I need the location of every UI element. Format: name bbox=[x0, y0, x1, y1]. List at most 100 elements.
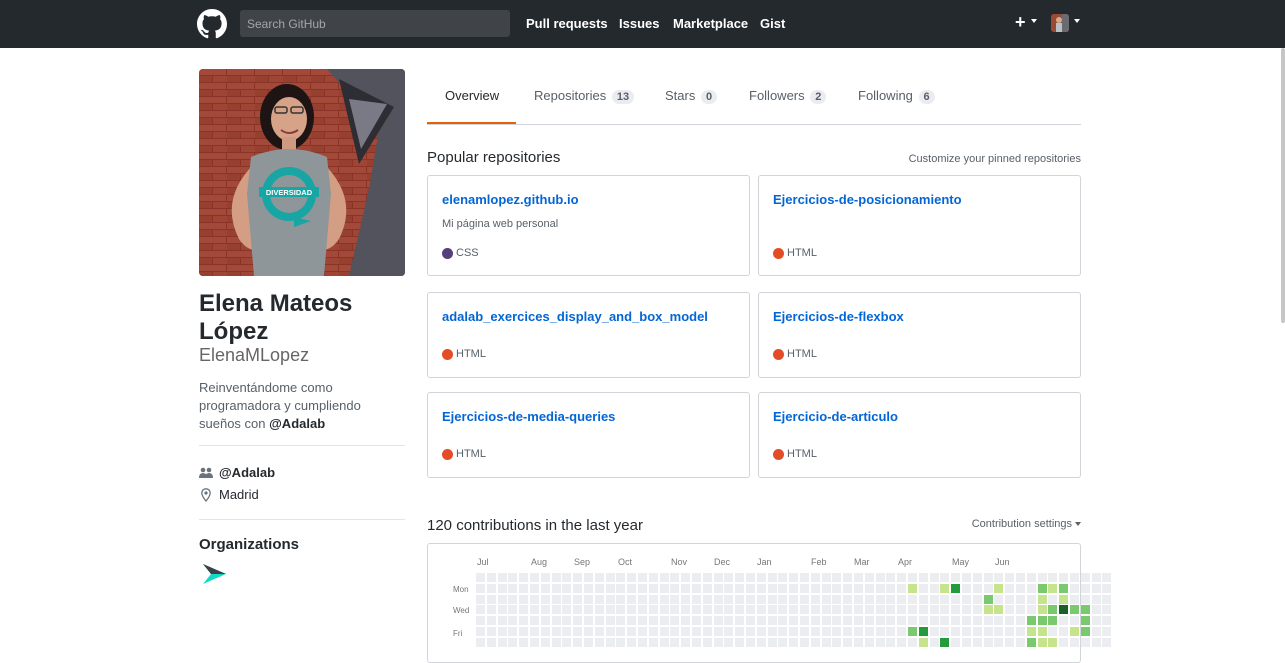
contribution-day-cell[interactable] bbox=[810, 605, 820, 615]
contribution-day-cell[interactable] bbox=[983, 583, 993, 593]
contribution-day-cell[interactable] bbox=[519, 637, 529, 647]
contribution-day-cell[interactable] bbox=[854, 573, 863, 582]
contribution-day-cell[interactable] bbox=[476, 594, 485, 604]
contribution-day-cell[interactable] bbox=[778, 583, 788, 593]
contribution-day-cell[interactable] bbox=[897, 605, 907, 615]
contribution-day-cell[interactable] bbox=[648, 637, 658, 647]
chevron-down-icon[interactable] bbox=[1031, 19, 1037, 23]
contribution-day-cell[interactable] bbox=[864, 583, 874, 593]
contribution-day-cell[interactable] bbox=[1005, 605, 1015, 615]
contribution-day-cell[interactable] bbox=[724, 583, 734, 593]
contribution-day-cell[interactable] bbox=[551, 627, 561, 636]
contribution-day-cell[interactable] bbox=[1016, 616, 1025, 626]
contribution-day-cell[interactable] bbox=[746, 637, 755, 647]
contribution-day-cell[interactable] bbox=[962, 616, 971, 626]
contribution-day-cell[interactable] bbox=[1080, 573, 1090, 582]
contribution-day-cell[interactable] bbox=[724, 594, 734, 604]
contribution-day-cell[interactable] bbox=[1091, 573, 1101, 582]
contribution-day-cell[interactable] bbox=[864, 637, 874, 647]
contribution-day-cell[interactable] bbox=[627, 583, 637, 593]
contribution-day-cell[interactable] bbox=[1026, 616, 1036, 626]
contribution-day-cell[interactable] bbox=[994, 605, 1004, 615]
customize-pinned-link[interactable]: Customize your pinned repositories bbox=[909, 153, 1081, 165]
contribution-day-cell[interactable] bbox=[1091, 594, 1101, 604]
contribution-day-cell[interactable] bbox=[702, 573, 712, 582]
contribution-day-cell[interactable] bbox=[735, 616, 745, 626]
contribution-day-cell[interactable] bbox=[972, 637, 982, 647]
contribution-day-cell[interactable] bbox=[918, 627, 928, 636]
contribution-day-cell[interactable] bbox=[994, 637, 1004, 647]
contribution-day-cell[interactable] bbox=[540, 616, 550, 626]
contribution-day-cell[interactable] bbox=[1005, 594, 1015, 604]
contribution-day-cell[interactable] bbox=[627, 627, 637, 636]
contribution-day-cell[interactable] bbox=[497, 594, 507, 604]
contribution-day-cell[interactable] bbox=[702, 583, 712, 593]
contribution-day-cell[interactable] bbox=[573, 605, 583, 615]
contribution-day-cell[interactable] bbox=[1016, 583, 1025, 593]
contribution-day-cell[interactable] bbox=[670, 616, 680, 626]
contribution-day-cell[interactable] bbox=[864, 605, 874, 615]
contribution-day-cell[interactable] bbox=[789, 573, 799, 582]
contribution-day-cell[interactable] bbox=[886, 616, 896, 626]
tab-followers[interactable]: Followers 2 bbox=[749, 88, 827, 104]
contribution-day-cell[interactable] bbox=[594, 594, 604, 604]
contribution-day-cell[interactable] bbox=[702, 594, 712, 604]
contribution-day-cell[interactable] bbox=[767, 583, 777, 593]
contribution-day-cell[interactable] bbox=[897, 637, 907, 647]
contribution-day-cell[interactable] bbox=[659, 616, 669, 626]
contribution-day-cell[interactable] bbox=[756, 616, 766, 626]
contribution-day-cell[interactable] bbox=[497, 616, 507, 626]
contribution-day-cell[interactable] bbox=[670, 627, 680, 636]
contribution-day-cell[interactable] bbox=[940, 583, 950, 593]
contribution-day-cell[interactable] bbox=[972, 594, 982, 604]
contribution-day-cell[interactable] bbox=[1026, 605, 1036, 615]
contribution-day-cell[interactable] bbox=[476, 583, 485, 593]
contribution-day-cell[interactable] bbox=[821, 627, 831, 636]
contribution-day-cell[interactable] bbox=[854, 637, 863, 647]
nav-issues[interactable]: Issues bbox=[619, 16, 659, 31]
contribution-day-cell[interactable] bbox=[1102, 637, 1112, 647]
contribution-day-cell[interactable] bbox=[681, 637, 691, 647]
contribution-day-cell[interactable] bbox=[908, 627, 917, 636]
contribution-day-cell[interactable] bbox=[962, 573, 971, 582]
contribution-day-cell[interactable] bbox=[659, 583, 669, 593]
contribution-day-cell[interactable] bbox=[573, 573, 583, 582]
contribution-day-cell[interactable] bbox=[756, 637, 766, 647]
tab-overview[interactable]: Overview bbox=[445, 88, 499, 103]
contribution-day-cell[interactable] bbox=[800, 583, 809, 593]
contribution-day-cell[interactable] bbox=[627, 616, 637, 626]
contribution-day-cell[interactable] bbox=[1026, 594, 1036, 604]
contribution-day-cell[interactable] bbox=[1048, 605, 1058, 615]
contribution-day-cell[interactable] bbox=[929, 605, 939, 615]
contribution-day-cell[interactable] bbox=[951, 637, 961, 647]
contribution-day-cell[interactable] bbox=[638, 594, 647, 604]
contribution-day-cell[interactable] bbox=[540, 605, 550, 615]
contribution-day-cell[interactable] bbox=[616, 605, 626, 615]
contribution-day-cell[interactable] bbox=[800, 605, 809, 615]
contribution-day-cell[interactable] bbox=[756, 627, 766, 636]
contribution-day-cell[interactable] bbox=[778, 627, 788, 636]
contribution-day-cell[interactable] bbox=[562, 573, 572, 582]
contribution-day-cell[interactable] bbox=[962, 594, 971, 604]
contribution-day-cell[interactable] bbox=[594, 605, 604, 615]
contribution-day-cell[interactable] bbox=[508, 616, 518, 626]
contribution-day-cell[interactable] bbox=[519, 616, 529, 626]
contribution-day-cell[interactable] bbox=[627, 594, 637, 604]
contribution-day-cell[interactable] bbox=[854, 605, 863, 615]
contribution-day-cell[interactable] bbox=[854, 594, 863, 604]
contribution-day-cell[interactable] bbox=[497, 573, 507, 582]
tab-repositories[interactable]: Repositories 13 bbox=[534, 88, 635, 104]
contribution-day-cell[interactable] bbox=[638, 605, 647, 615]
contribution-day-cell[interactable] bbox=[1026, 573, 1036, 582]
contribution-day-cell[interactable] bbox=[497, 627, 507, 636]
repo-name-link[interactable]: Ejercicios-de-flexbox bbox=[773, 309, 904, 324]
contribution-day-cell[interactable] bbox=[584, 627, 593, 636]
contribution-day-cell[interactable] bbox=[486, 616, 496, 626]
contribution-day-cell[interactable] bbox=[821, 583, 831, 593]
contribution-day-cell[interactable] bbox=[767, 616, 777, 626]
contribution-day-cell[interactable] bbox=[821, 605, 831, 615]
contribution-day-cell[interactable] bbox=[486, 583, 496, 593]
contribution-day-cell[interactable] bbox=[918, 637, 928, 647]
contribution-day-cell[interactable] bbox=[476, 573, 485, 582]
contribution-day-cell[interactable] bbox=[562, 583, 572, 593]
